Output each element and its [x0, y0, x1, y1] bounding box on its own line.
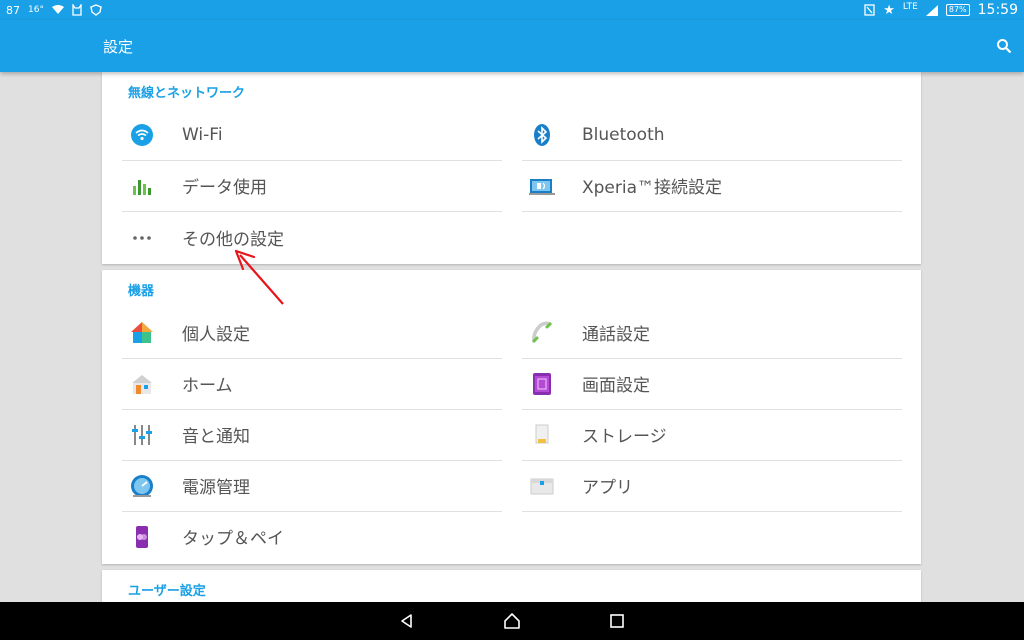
section-header-network: 無線とネットワーク [128, 86, 246, 101]
settings-item-display[interactable]: 画面設定 [502, 358, 882, 409]
personalization-icon [129, 320, 155, 346]
display-icon [529, 371, 555, 397]
back-button[interactable] [392, 606, 422, 636]
settings-item-label: 電源管理 [182, 478, 250, 498]
section-header-device: 機器 [128, 284, 155, 299]
call-icon [529, 320, 555, 346]
back-icon [401, 614, 412, 628]
settings-item-personalization[interactable]: 個人設定 [102, 307, 482, 358]
status-bar: 87 16° ★ LTE 87% 15:59 [0, 0, 1024, 20]
nfc-icon [864, 4, 875, 16]
bluetooth-icon [529, 122, 555, 148]
settings-item-label: データ使用 [182, 178, 267, 198]
xperia-connectivity-icon [529, 173, 555, 199]
battery-indicator: 87% [945, 4, 970, 16]
shield-status-icon [90, 4, 102, 16]
section-header-user: ユーザー設定 [128, 584, 206, 599]
status-right: ★ LTE 87% 15:59 [864, 2, 1024, 18]
settings-item-label: タップ＆ペイ [182, 529, 284, 549]
search-button[interactable] [994, 36, 1014, 56]
signal-icon [925, 4, 938, 16]
network-section: 無線とネットワーク Wi-Fi Bluetooth データ使用 Xperia™接… [102, 72, 921, 264]
home-nav-icon [504, 613, 520, 629]
settings-item-more[interactable]: その他の設定 [102, 212, 482, 263]
settings-item-power[interactable]: 電源管理 [102, 460, 482, 511]
settings-item-bluetooth[interactable]: Bluetooth [502, 109, 882, 160]
settings-item-label: 通話設定 [582, 325, 650, 345]
settings-item-wifi[interactable]: Wi-Fi [102, 109, 482, 160]
search-icon [997, 39, 1012, 54]
app-bar: 設定 [0, 20, 1024, 72]
power-icon [129, 473, 155, 499]
divider [522, 511, 902, 512]
settings-item-sound[interactable]: 音と通知 [102, 409, 482, 460]
storage-icon [529, 422, 555, 448]
settings-item-xperia-connectivity[interactable]: Xperia™接続設定 [502, 160, 882, 211]
settings-item-label: Xperia™接続設定 [582, 178, 723, 198]
notification-cat-icon [72, 4, 82, 16]
status-weather: 16° [28, 5, 44, 15]
divider [522, 211, 902, 212]
star-icon: ★ [883, 2, 895, 18]
settings-item-tap-pay[interactable]: タップ＆ペイ [102, 511, 482, 562]
settings-item-label: 画面設定 [582, 376, 650, 396]
settings-item-home[interactable]: ホーム [102, 358, 482, 409]
status-left: 87 16° [0, 4, 102, 17]
settings-item-label: ホーム [182, 376, 233, 396]
settings-item-apps[interactable]: アプリ [502, 460, 882, 511]
recents-button[interactable] [602, 606, 632, 636]
apps-icon [529, 473, 555, 499]
data-usage-icon [129, 173, 155, 199]
home-icon [129, 371, 155, 397]
settings-item-label: 音と通知 [182, 427, 250, 447]
settings-item-label: Wi-Fi [182, 124, 223, 145]
network-type: LTE [902, 2, 918, 12]
recents-icon [610, 614, 624, 628]
status-temp: 87 [6, 3, 20, 17]
device-section: 機器 個人設定 通話設定 ホーム 画面設定 音と通知 ストレージ 電源管理 アプ… [102, 270, 921, 564]
settings-item-label: その他の設定 [182, 230, 284, 250]
more-icon [129, 225, 155, 251]
settings-item-label: ストレージ [582, 427, 667, 447]
settings-item-label: アプリ [582, 478, 633, 498]
settings-item-storage[interactable]: ストレージ [502, 409, 882, 460]
settings-item-label: Bluetooth [582, 124, 665, 145]
wifi-icon [129, 122, 155, 148]
sound-icon [129, 422, 155, 448]
home-button[interactable] [497, 606, 527, 636]
settings-item-data-usage[interactable]: データ使用 [102, 160, 482, 211]
settings-item-label: 個人設定 [182, 325, 250, 345]
tap-pay-icon [129, 524, 155, 550]
settings-list[interactable]: 無線とネットワーク Wi-Fi Bluetooth データ使用 Xperia™接… [0, 72, 1024, 602]
navigation-bar [0, 602, 1024, 640]
page-title: 設定 [103, 38, 134, 56]
user-section: ユーザー設定 [102, 570, 921, 602]
settings-item-call[interactable]: 通話設定 [502, 307, 882, 358]
wifi-status-icon [51, 5, 64, 15]
status-time: 15:59 [977, 2, 1018, 18]
